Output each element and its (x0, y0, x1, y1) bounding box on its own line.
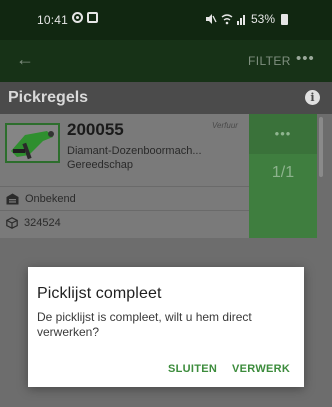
battery-percent: 53% (251, 12, 276, 26)
app-bar: ← FILTER ••• (0, 40, 332, 82)
article-description: Diamant-Dozenboormach... (67, 145, 202, 157)
package-icon (6, 217, 18, 229)
divider (0, 186, 249, 187)
arrow-left-icon[interactable]: ← (16, 49, 34, 70)
alarm-icon (72, 12, 83, 23)
scrollbar[interactable] (319, 117, 323, 177)
article-category: Gereedschap (67, 159, 134, 171)
supplier-tag: Verfuur (212, 121, 238, 130)
location-value: Onbekend (25, 193, 76, 205)
screen-record-icon (87, 12, 98, 23)
pick-line-card[interactable]: 200055 Verfuur Diamant-Dozenboormach... … (0, 114, 249, 238)
status-time: 10:41 (37, 13, 69, 27)
product-image (5, 123, 60, 163)
battery-icon (281, 13, 289, 25)
article-number: 200055 (67, 120, 124, 139)
code-row: 324524 (6, 217, 61, 229)
process-button[interactable]: VERWERK (232, 363, 290, 375)
wifi-icon (221, 14, 233, 25)
quantity-counter[interactable]: 1/1 (249, 164, 317, 182)
pick-line-side-panel: ••• 1/1 (249, 114, 317, 238)
picklist-complete-dialog: Picklijst compleet De picklijst is compl… (28, 267, 304, 387)
screen: 10:41 53% ← FILTER ••• Pickregels i 2000… (0, 0, 332, 407)
divider (0, 210, 249, 211)
status-bar: 10:41 53% (0, 0, 332, 40)
code-value: 324524 (24, 217, 61, 229)
close-button[interactable]: SLUITEN (168, 363, 217, 375)
page-title: Pickregels (8, 89, 89, 106)
status-right-icons: 53% (205, 12, 289, 26)
article-description-block: Diamant-Dozenboormach... Gereedschap (67, 144, 202, 172)
filter-button[interactable]: FILTER (248, 54, 291, 68)
mute-icon (206, 14, 217, 24)
info-icon[interactable]: i (305, 90, 320, 105)
dialog-message: De picklijst is compleet, wilt u hem dir… (37, 310, 252, 339)
signal-icon (237, 15, 245, 25)
dialog-title: Picklijst compleet (37, 285, 162, 302)
drill-icon (7, 125, 58, 161)
page-header: Pickregels i (0, 82, 332, 114)
warehouse-icon (6, 193, 19, 205)
status-left-icons (72, 12, 98, 23)
overflow-menu-button[interactable]: ••• (296, 50, 315, 67)
line-options-button[interactable]: ••• (249, 114, 317, 154)
location-row: Onbekend (6, 193, 76, 205)
